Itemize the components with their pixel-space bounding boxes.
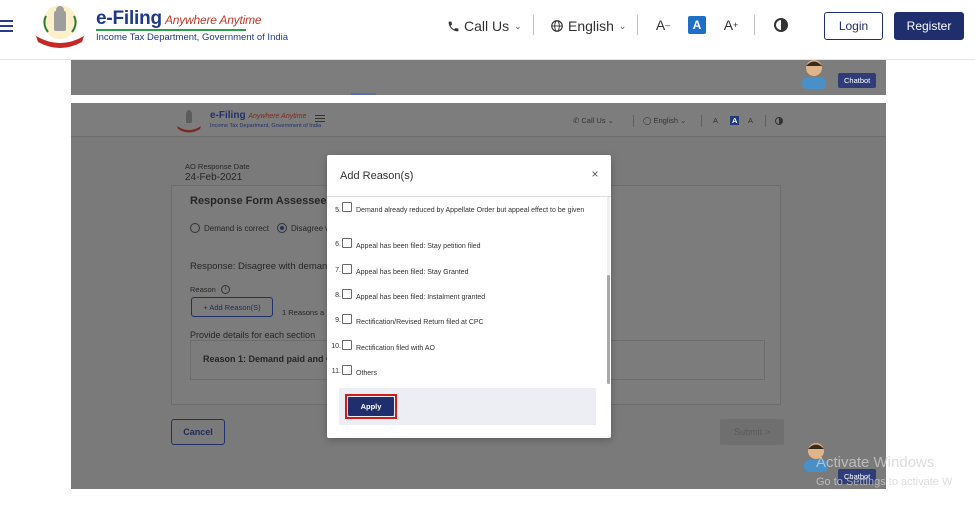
- header-divider: [533, 15, 534, 35]
- cancel-button: Cancel: [171, 419, 225, 445]
- reason-label: Appeal has been filed: Stay petition fil…: [356, 243, 481, 250]
- apply-button[interactable]: Apply: [348, 397, 394, 416]
- site-header: e-Filing Anywhere Anytime Income Tax Depa…: [0, 0, 975, 60]
- logo-title[interactable]: e-Filing Anywhere Anytime: [96, 8, 262, 30]
- background-font-increase: A: [748, 116, 754, 125]
- income-tax-emblem-logo[interactable]: [32, 2, 88, 48]
- login-button[interactable]: Login: [824, 12, 883, 40]
- strip-accent-line: [351, 93, 376, 95]
- font-normal-button[interactable]: A: [688, 16, 706, 34]
- reason-number: 9.: [335, 317, 341, 324]
- globe-icon: [551, 20, 563, 32]
- hamburger-menu-icon[interactable]: [0, 17, 14, 33]
- logo-subtitle: Income Tax Department, Government of Ind…: [96, 32, 289, 43]
- chevron-down-icon: ⌄: [618, 20, 627, 31]
- reason-label: Rectification/Revised Return filed at CP…: [356, 319, 484, 326]
- font-decrease-button[interactable]: A –: [654, 16, 672, 34]
- reason-checkbox[interactable]: [342, 340, 352, 350]
- language-dropdown[interactable]: English ⌄: [550, 16, 626, 36]
- background-header: e-Filing Anywhere Anytime Income Tax Dep…: [71, 103, 886, 137]
- reason-checkbox[interactable]: [342, 238, 352, 248]
- radio-demand-correct: [190, 223, 200, 233]
- add-reasons-button: + Add Reason(S): [191, 297, 273, 317]
- register-button[interactable]: Register: [894, 12, 964, 40]
- reason-label: Demand already reduced by Appellate Orde…: [356, 207, 585, 214]
- income-tax-emblem-logo: [177, 110, 201, 133]
- contrast-toggle-icon: [775, 117, 783, 125]
- details-heading: Provide details for each section: [190, 330, 316, 340]
- background-language: ◯ English ⌄: [643, 116, 687, 125]
- reason-number: 8.: [335, 292, 341, 299]
- info-icon: i: [221, 285, 230, 294]
- header-divider: [637, 15, 638, 35]
- reason-label: Appeal has been filed: Instalment grante…: [356, 294, 486, 301]
- windows-activation-watermark: Activate Windows: [816, 454, 935, 471]
- background-font-normal: A: [730, 116, 740, 125]
- dimmed-page-strip: [71, 60, 886, 95]
- reason-label: Others: [356, 370, 378, 377]
- form-title: Response Form Assessee: [190, 195, 327, 207]
- logo-underline: [96, 29, 246, 31]
- reason-number: 11.: [331, 368, 341, 375]
- modal-scrollbar[interactable]: [607, 197, 610, 384]
- chatbot-label[interactable]: Chatbot: [838, 73, 877, 88]
- language-label: English: [568, 18, 614, 34]
- hamburger-menu-icon: [315, 113, 325, 124]
- background-logo-subtitle: Income Tax Department, Government of Ind…: [210, 123, 322, 129]
- reason-label: Rectification filed with AO: [356, 345, 435, 352]
- font-increase-button[interactable]: A +: [722, 16, 740, 34]
- submit-button: Submit >: [720, 419, 784, 445]
- reason-number: 6.: [335, 241, 341, 248]
- background-call-us: ✆ Call Us ⌄: [573, 116, 614, 125]
- radio-demand-correct-label: Demand is correct: [204, 224, 269, 233]
- contrast-toggle-icon[interactable]: [774, 18, 788, 32]
- windows-activation-hint: Go to Settings to activate W: [816, 476, 953, 488]
- response-text: Response: Disagree with demand: [190, 261, 333, 272]
- reason-checkbox[interactable]: [342, 289, 352, 299]
- reason-number: 10.: [331, 343, 341, 350]
- close-icon[interactable]: ×: [590, 167, 600, 181]
- radio-disagree-label: Disagree w: [291, 224, 332, 233]
- chatbot-avatar-icon[interactable]: [797, 57, 831, 89]
- background-font-decrease: A: [713, 116, 719, 125]
- reason-checkbox[interactable]: [342, 365, 352, 375]
- modal-title: Add Reason(s): [340, 170, 414, 182]
- background-header-divider: [701, 115, 702, 127]
- phone-icon: [448, 21, 459, 31]
- call-us-dropdown[interactable]: Call Us ⌄: [447, 16, 522, 36]
- reason-1-text: Reason 1: Demand paid and Cha: [203, 354, 344, 364]
- background-header-divider: [765, 115, 766, 127]
- reason-checkbox[interactable]: [342, 314, 352, 324]
- reason-number: 7.: [335, 267, 341, 274]
- reason-label: Appeal has been filed: Stay Granted: [356, 269, 469, 276]
- reason-checkbox[interactable]: [342, 264, 352, 274]
- add-reasons-modal: Add Reason(s) × 5. Demand already reduce…: [327, 155, 611, 438]
- ao-response-date-label: AO Response Date: [185, 162, 250, 171]
- reason-label: Reason: [190, 285, 216, 294]
- reasons-count-text: 1 Reasons a: [282, 308, 325, 317]
- radio-disagree: [277, 223, 287, 233]
- reason-list: 5. Demand already reduced by Appellate O…: [327, 197, 611, 384]
- background-header-divider: [633, 115, 634, 127]
- logo-tagline: Anywhere Anytime: [164, 13, 262, 27]
- chevron-down-icon: ⌄: [514, 20, 522, 31]
- reason-checkbox[interactable]: [342, 202, 352, 212]
- scrollbar-thumb[interactable]: [607, 275, 610, 384]
- background-logo-title: e-Filing Anywhere Anytime: [210, 110, 307, 121]
- reason-number: 5.: [335, 207, 341, 214]
- call-us-label: Call Us: [464, 18, 510, 34]
- header-divider: [754, 15, 755, 35]
- ao-response-date-value: 24-Feb-2021: [185, 172, 243, 183]
- modal-footer: Apply: [339, 388, 596, 425]
